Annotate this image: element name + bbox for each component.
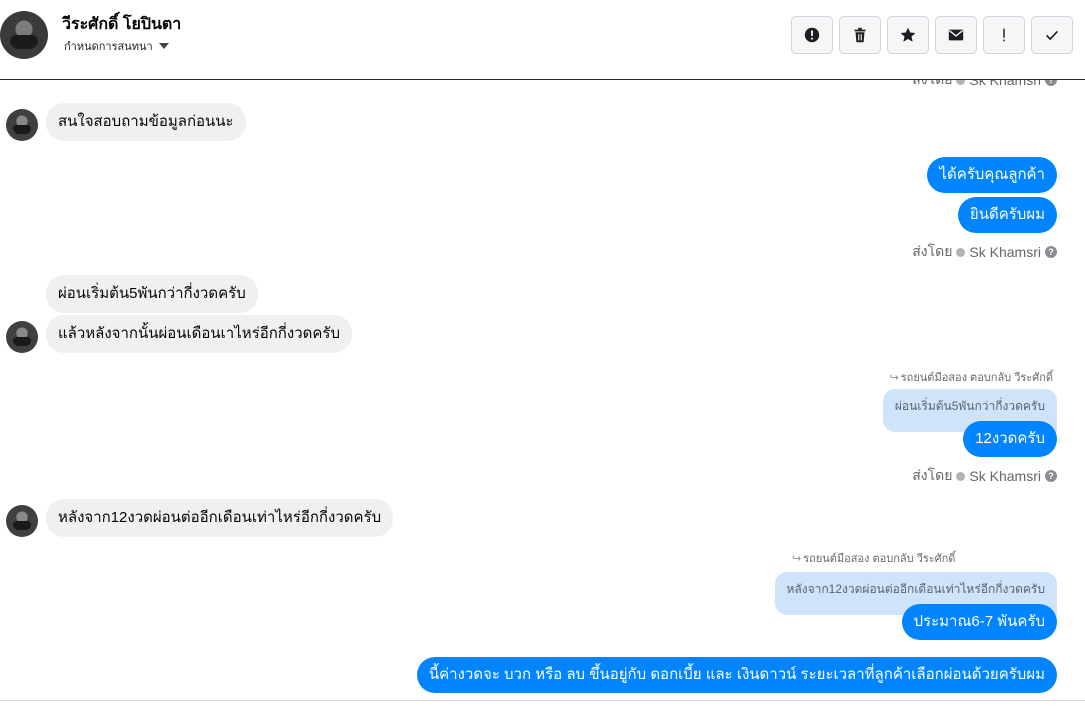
contact-avatar[interactable] [0, 11, 48, 59]
reply-arrow-icon: ↪ [889, 371, 899, 384]
reply-label: ↪ รถยนต์มือสอง ตอบกลับ วีระศักดิ์ [792, 552, 956, 566]
caret-down-icon [158, 43, 169, 49]
outgoing-message[interactable]: นี้ค่างวดจะ บวก หรือ ลบ ขึ้นอยู่กับ ดอกเ… [416, 657, 1057, 693]
sent-by-label: ส่งโดย Sk Khamsri ? [912, 80, 1057, 91]
outgoing-message[interactable]: ได้ครับคุณลูกค้า [927, 157, 1057, 193]
sent-by-label: ส่งโดย Sk Khamsri ? [912, 241, 1057, 263]
important-button[interactable] [983, 16, 1025, 54]
delete-button[interactable] [839, 16, 881, 54]
star-icon [900, 27, 916, 42]
sender-avatar[interactable] [6, 321, 38, 353]
conversation-toolbar [791, 16, 1073, 54]
mark-unread-button[interactable] [935, 16, 977, 54]
outgoing-message[interactable]: ประมาณ6-7 พันครับ [901, 604, 1057, 640]
reply-arrow-icon: ↪ [792, 552, 802, 565]
incoming-message[interactable]: แล้วหลังจากนั้นผ่อนเดือนเาไหร่อีกกี่งวดค… [46, 315, 352, 353]
conversation-settings-label: กำหนดการสนทนา [64, 41, 153, 53]
incoming-message[interactable]: ผ่อนเริ่มต้น5พันกว่ากี่งวดครับ [46, 275, 258, 313]
conversation-settings-dropdown[interactable]: กำหนดการสนทนา [64, 37, 169, 55]
star-button[interactable] [887, 16, 929, 54]
composer-divider [0, 700, 1085, 701]
contact-name[interactable]: วีระศักดิ์ โยปินตา [62, 12, 181, 37]
help-icon[interactable]: ? [1045, 80, 1057, 86]
report-button[interactable] [791, 16, 833, 54]
done-button[interactable] [1031, 16, 1073, 54]
outgoing-message[interactable]: ยินดีครับผม [957, 197, 1057, 233]
outgoing-message[interactable]: 12งวดครับ [963, 421, 1057, 457]
sender-avatar[interactable] [6, 505, 38, 537]
help-icon[interactable]: ? [1045, 246, 1057, 258]
seen-check-icon [956, 471, 966, 481]
message-thread[interactable]: ส่งโดย Sk Khamsri ? สนใจสอบถามข้อมูลก่อน… [0, 80, 1085, 700]
seen-check-icon [956, 247, 966, 257]
conversation-header: วีระศักดิ์ โยปินตา กำหนดการสนทนา [0, 0, 1085, 80]
reply-label: ↪ รถยนต์มือสอง ตอบกลับ วีระศักดิ์ [889, 371, 1053, 385]
check-icon [1046, 30, 1058, 41]
envelope-icon [948, 29, 964, 41]
incoming-message[interactable]: สนใจสอบถามข้อมูลก่อนนะ [46, 103, 246, 141]
sender-avatar[interactable] [6, 109, 38, 141]
seen-check-icon [956, 80, 966, 85]
exclamation-icon [1003, 28, 1005, 42]
report-icon [804, 27, 820, 43]
incoming-message[interactable]: หลังจาก12งวดผ่อนต่ออีกเดือนเท่าไหร่อีกกี… [46, 499, 394, 537]
help-icon[interactable]: ? [1045, 470, 1057, 482]
sent-by-label: ส่งโดย Sk Khamsri ? [912, 465, 1057, 487]
trash-icon [854, 27, 866, 43]
